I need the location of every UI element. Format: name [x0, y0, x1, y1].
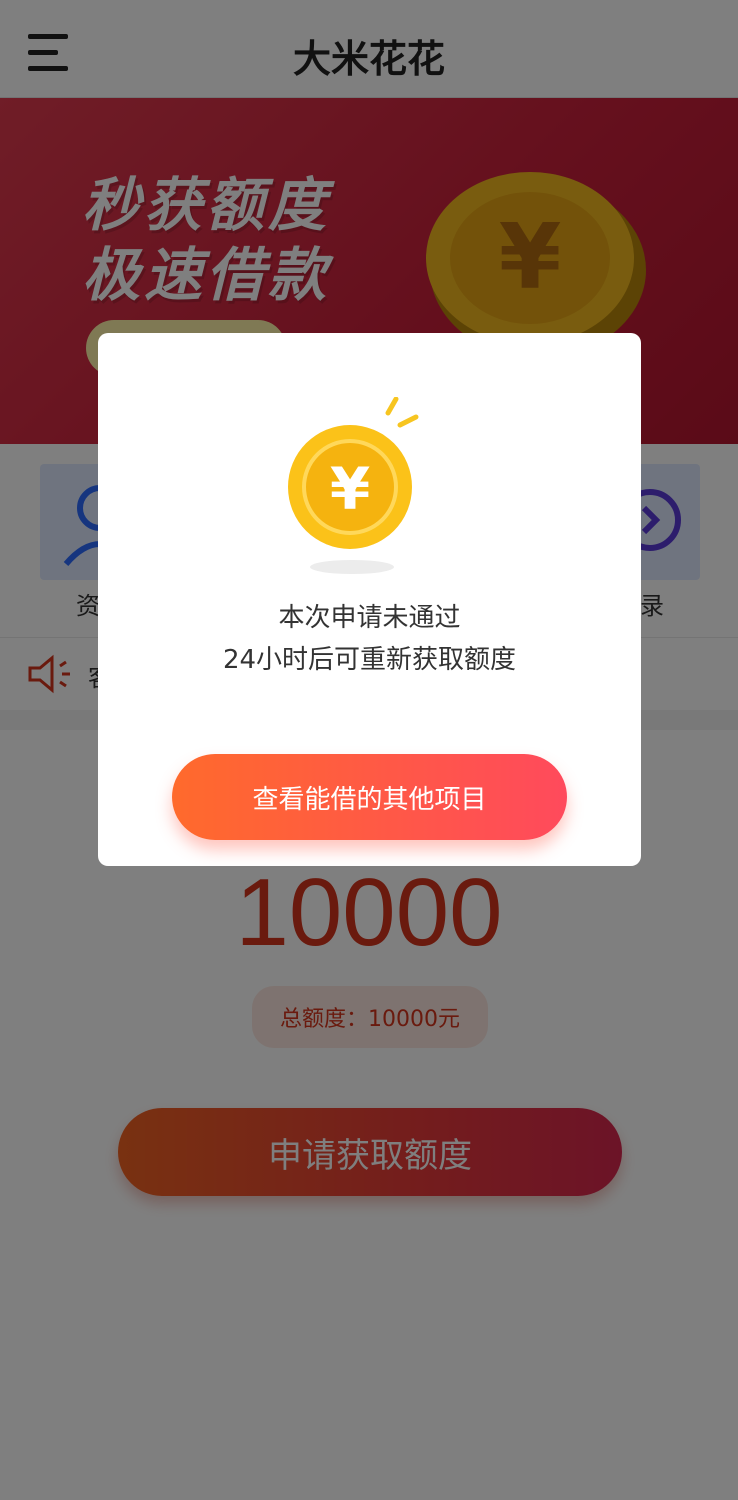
- dialog-message: 本次申请未通过 24小时后可重新获取额度: [98, 597, 641, 681]
- app-screen: 大米花花 秒获额度 极速借款 ¥ 资料: [0, 0, 738, 1500]
- svg-text:¥: ¥: [330, 455, 370, 523]
- rejection-dialog: ¥ 本次申请未通过 24小时后可重新获取额度 查看能借的其他项目: [98, 333, 641, 866]
- yuan-coin-icon: ¥: [288, 397, 419, 574]
- dialog-message-line2: 24小时后可重新获取额度: [222, 645, 517, 675]
- dialog-message-line1: 本次申请未通过: [278, 603, 461, 633]
- view-other-projects-button[interactable]: 查看能借的其他项目: [172, 754, 567, 840]
